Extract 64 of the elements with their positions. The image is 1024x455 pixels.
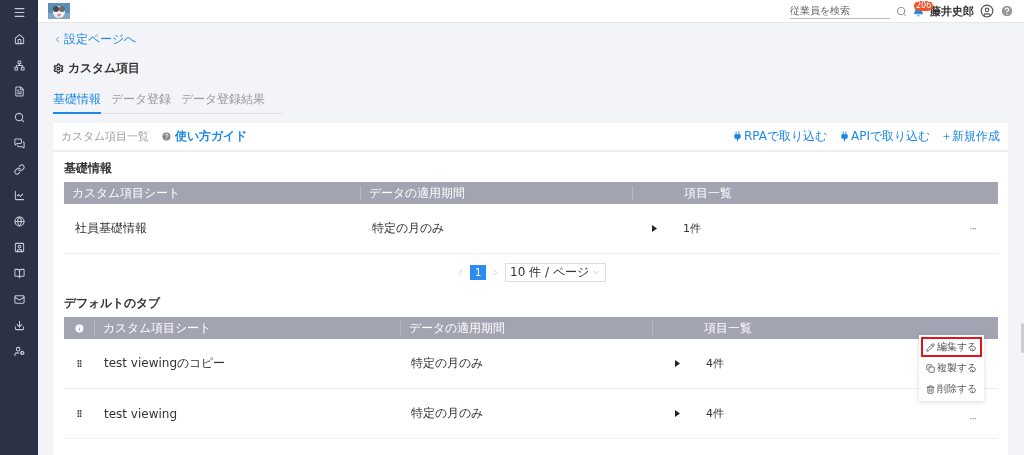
- back-link[interactable]: 設定ページへ: [53, 31, 1008, 48]
- page-size-select[interactable]: 10 件 / ページ: [505, 263, 606, 282]
- table-cell: 4件: [706, 356, 724, 371]
- column-header: データの適用期間: [409, 321, 505, 335]
- section-title: デフォルトのタブ: [64, 295, 162, 312]
- more-menu[interactable]: ···: [969, 413, 976, 424]
- drag-handle-icon[interactable]: [74, 359, 84, 368]
- menu-item[interactable]: 編集する: [921, 337, 982, 357]
- action-link[interactable]: 新規作成: [942, 128, 1000, 145]
- book-icon[interactable]: [13, 268, 25, 279]
- globe-icon[interactable]: [13, 216, 25, 227]
- chevron-left-icon: [53, 35, 62, 44]
- table-cell-text: test viewing: [103, 406, 179, 421]
- table-cell: 1件: [683, 221, 701, 236]
- section-title: 基礎情報: [64, 160, 113, 177]
- page-button[interactable]: 1: [470, 265, 487, 280]
- caret-icon: [591, 268, 601, 277]
- help-icon: [161, 131, 172, 142]
- menu-icon[interactable]: [12, 6, 26, 19]
- contact-icon[interactable]: [13, 242, 25, 253]
- column-header: データの適用期間: [369, 186, 465, 200]
- user-avatar-icon[interactable]: [980, 4, 994, 18]
- user-settings-icon[interactable]: [13, 346, 25, 357]
- chat-icon[interactable]: [13, 138, 25, 149]
- table-cell-text: 特定の月のみ: [410, 405, 484, 422]
- card-title: カスタム項目一覧: [61, 129, 149, 144]
- drag-handle-icon[interactable]: [74, 409, 84, 418]
- guide-link[interactable]: 使い方ガイド: [161, 128, 247, 145]
- action-link[interactable]: RPAで取り込む: [732, 128, 827, 145]
- trash-icon: [926, 384, 935, 394]
- page-title: カスタム項目: [68, 60, 140, 77]
- help-icon[interactable]: [1000, 4, 1014, 18]
- download-icon[interactable]: [13, 320, 25, 331]
- expand-triangle-icon[interactable]: [675, 360, 680, 367]
- search-field[interactable]: 従業員を検索: [790, 3, 890, 19]
- search-icon[interactable]: [13, 112, 25, 123]
- mail-icon[interactable]: [13, 294, 25, 305]
- tab[interactable]: 基礎情報: [53, 91, 101, 114]
- column-header: 項目一覧: [704, 321, 752, 335]
- table-cell-text: test viewingのコピー: [103, 355, 227, 372]
- table-cell-text: 特定の月のみ: [410, 355, 484, 372]
- plus-icon: [942, 132, 951, 141]
- home-icon[interactable]: [13, 34, 25, 45]
- tab[interactable]: データ登録結果: [181, 91, 265, 114]
- pencil-icon: [926, 342, 935, 352]
- copy-icon: [926, 363, 935, 373]
- column-header: 項目一覧: [684, 186, 732, 200]
- more-menu[interactable]: ···: [969, 223, 976, 234]
- expand-triangle-icon[interactable]: [652, 225, 657, 232]
- table-cell: 4件: [706, 406, 724, 421]
- settings-icon: [53, 63, 64, 74]
- expand-triangle-icon[interactable]: [675, 410, 680, 417]
- column-header: カスタム項目シート: [103, 321, 211, 335]
- plug-icon: [732, 131, 743, 142]
- table-cell-text: 社員基礎情報: [74, 220, 148, 237]
- link-icon[interactable]: [13, 164, 25, 175]
- tab[interactable]: データ登録: [111, 91, 171, 114]
- document-icon[interactable]: [13, 86, 25, 97]
- table-cell-text: 特定の月のみ: [371, 220, 445, 237]
- action-link[interactable]: APIで取り込む: [839, 128, 930, 145]
- sitemap-icon[interactable]: [13, 60, 25, 71]
- column-header: カスタム項目シート: [72, 186, 180, 200]
- chart-icon[interactable]: [13, 190, 25, 201]
- plug-icon: [839, 131, 850, 142]
